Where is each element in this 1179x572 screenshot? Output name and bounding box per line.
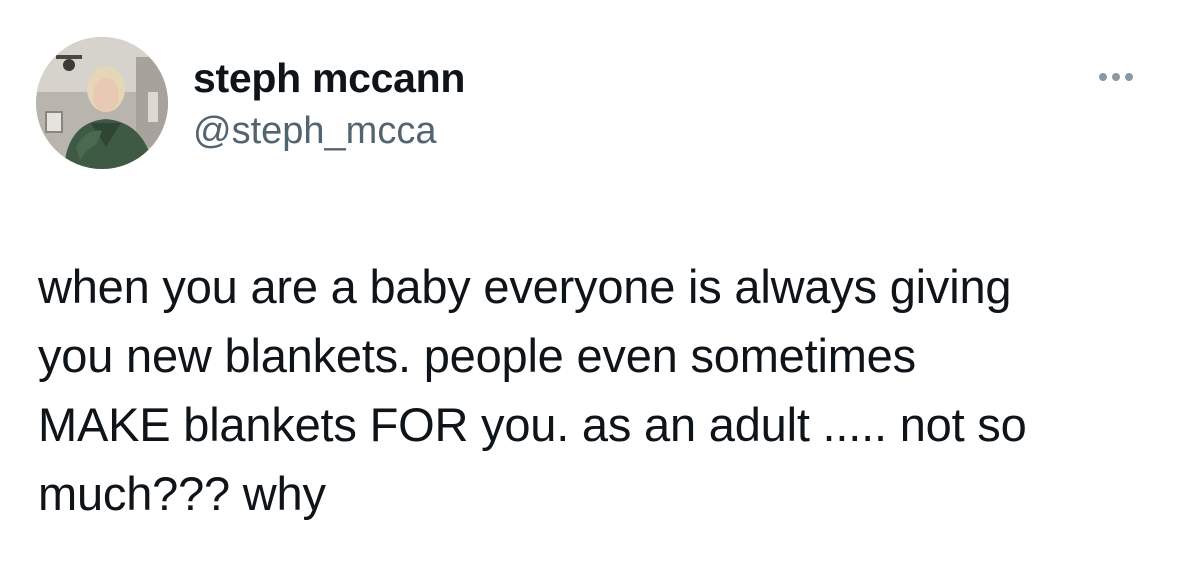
tweet-text: when you are a baby everyone is always g… — [38, 252, 1148, 528]
tweet-text-line: you new blankets. people even sometimes — [38, 329, 916, 382]
avatar[interactable] — [36, 37, 168, 169]
profile-photo — [36, 37, 168, 169]
tweet-text-line: when you are a baby everyone is always g… — [38, 260, 1012, 313]
tweet-text-line: MAKE blankets FOR you. as an adult .....… — [38, 398, 1027, 451]
more-horizontal-icon — [1099, 73, 1133, 81]
tweet-card: steph mccann @steph_mcca when you are a … — [0, 0, 1179, 572]
author-handle[interactable]: @steph_mcca — [193, 108, 436, 154]
more-options-button[interactable] — [1090, 62, 1142, 92]
tweet-text-line: much??? why — [38, 467, 326, 520]
author-display-name[interactable]: steph mccann — [193, 54, 465, 102]
